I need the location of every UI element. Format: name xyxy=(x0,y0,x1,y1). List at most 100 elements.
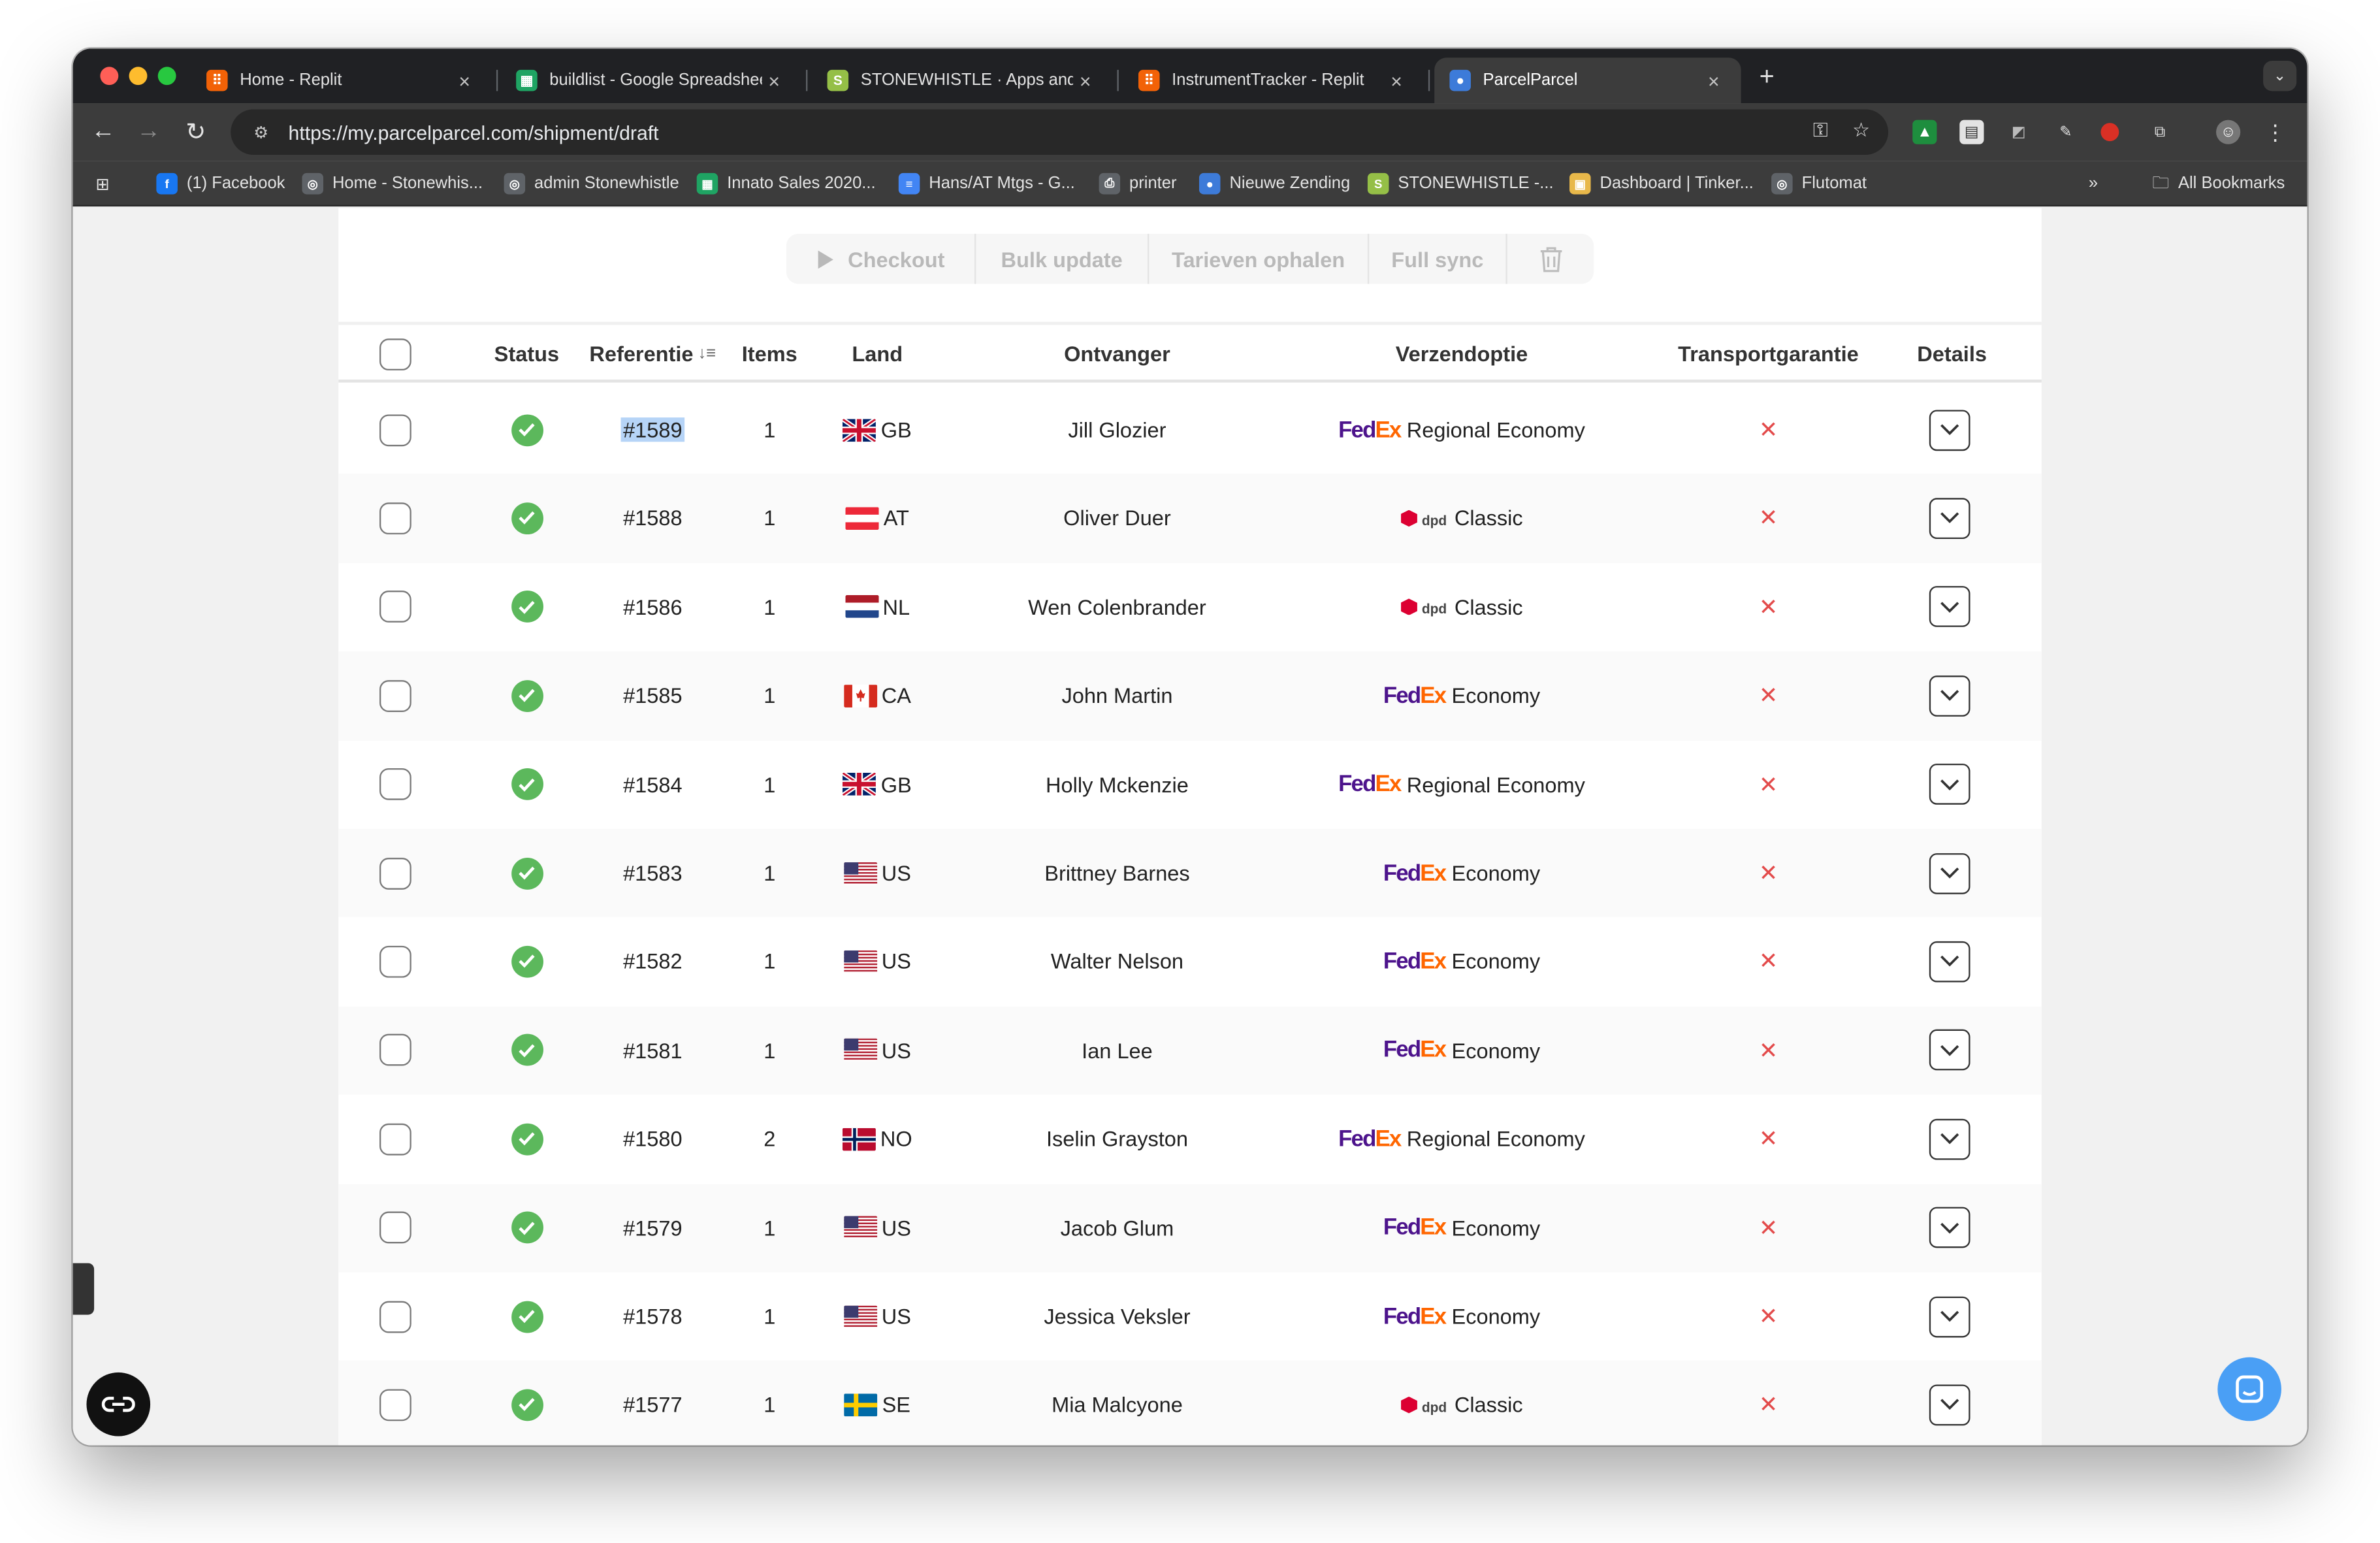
address-bar[interactable]: ⚙ https://my.parcelparcel.com/shipment/d… xyxy=(231,109,1889,155)
notes-extension-icon[interactable]: ▤ xyxy=(1959,120,1984,144)
shipping-option-cell[interactable]: FedEx Economy xyxy=(1295,829,1628,917)
tab-close-icon[interactable]: × xyxy=(762,69,786,92)
reference-cell[interactable]: #1582 xyxy=(581,918,724,1006)
row-checkbox[interactable] xyxy=(376,651,413,739)
reference-text[interactable]: #1580 xyxy=(620,1127,685,1151)
reference-cell[interactable]: #1584 xyxy=(581,740,724,828)
reference-cell[interactable]: #1581 xyxy=(581,1006,724,1094)
reference-cell[interactable]: #1586 xyxy=(581,563,724,651)
table-row[interactable]: #1583 1 US Brittney Barnes FedEx Economy ✕ xyxy=(338,828,2042,918)
header-details[interactable]: Details xyxy=(1899,325,2005,382)
table-row[interactable]: #1588 1 AT Oliver Duer dpd Classic ✕ xyxy=(338,474,2042,563)
details-expand-button[interactable] xyxy=(1926,918,1972,1006)
reference-text[interactable]: #1583 xyxy=(620,861,685,885)
header-items[interactable]: Items xyxy=(732,325,807,382)
reference-cell[interactable]: #1583 xyxy=(581,829,724,917)
bookmark-6[interactable]: ⎙ printer xyxy=(1099,170,1177,197)
drive-extension-icon[interactable]: ▲ xyxy=(1912,120,1937,144)
eyedropper-extension-icon[interactable]: ✎ xyxy=(2053,120,2078,144)
details-expand-button[interactable] xyxy=(1926,1184,1972,1272)
row-checkbox[interactable] xyxy=(376,1095,413,1183)
details-expand-button[interactable] xyxy=(1926,1095,1972,1183)
reference-text[interactable]: #1581 xyxy=(620,1038,685,1062)
details-expand-button[interactable] xyxy=(1926,563,1972,651)
details-expand-button[interactable] xyxy=(1926,1273,1972,1361)
reference-cell[interactable]: #1589 xyxy=(581,385,724,474)
zoom-window-button[interactable] xyxy=(157,67,176,86)
table-row[interactable]: #1582 1 US Walter Nelson FedEx Economy ✕ xyxy=(338,918,2042,1007)
reference-cell[interactable]: #1585 xyxy=(581,651,724,739)
bulk-update-button[interactable]: Bulk update xyxy=(976,233,1150,284)
shipping-option-cell[interactable]: FedEx Regional Economy xyxy=(1295,385,1628,474)
tarieven-ophalen-button[interactable]: Tarieven ophalen xyxy=(1149,233,1370,284)
details-expand-button[interactable] xyxy=(1926,740,1972,828)
side-drawer-tab[interactable] xyxy=(72,1263,95,1315)
row-checkbox[interactable] xyxy=(376,1184,413,1272)
details-expand-button[interactable] xyxy=(1926,385,1972,474)
shipping-option-cell[interactable]: FedEx Economy xyxy=(1295,918,1628,1006)
full-sync-button[interactable]: Full sync xyxy=(1369,233,1507,284)
table-row[interactable]: #1585 1 CA John Martin FedEx Economy ✕ xyxy=(338,651,2042,741)
forward-button[interactable]: → xyxy=(132,116,165,149)
reference-cell[interactable]: #1578 xyxy=(581,1273,724,1361)
close-window-button[interactable] xyxy=(100,67,119,86)
bookmark-10[interactable]: ◎ Flutomat xyxy=(1771,170,1867,197)
tab-search-button[interactable]: ⌄ xyxy=(2263,60,2297,91)
shipping-option-cell[interactable]: FedEx Economy xyxy=(1295,1273,1628,1361)
profile-avatar[interactable]: ☺ xyxy=(2216,120,2241,144)
table-row[interactable]: #1578 1 US Jessica Veksler FedEx Economy ✕ xyxy=(338,1273,2042,1361)
header-land[interactable]: Land xyxy=(832,325,923,382)
bookmark-1[interactable]: f (1) Facebook xyxy=(156,170,285,197)
minimize-window-button[interactable] xyxy=(129,67,148,86)
all-bookmarks-folder[interactable]: 🗀 All Bookmarks xyxy=(2152,170,2285,197)
reference-text[interactable]: #1578 xyxy=(620,1304,685,1328)
row-checkbox[interactable] xyxy=(376,918,413,1006)
tab-close-icon[interactable]: × xyxy=(1384,69,1408,92)
table-row[interactable]: #1589 1 GB Jill Glozier FedEx Regional Econom… xyxy=(338,385,2042,474)
select-all-checkbox[interactable] xyxy=(376,325,413,382)
bookmark-8[interactable]: S STONEWHISTLE -... xyxy=(1367,170,1554,197)
url-text[interactable]: https://my.parcelparcel.com/shipment/dra… xyxy=(289,121,659,144)
shipping-option-cell[interactable]: dpd Classic xyxy=(1295,563,1628,651)
checkout-button[interactable]: Checkout xyxy=(786,233,976,284)
chat-launcher-button[interactable] xyxy=(2217,1357,2281,1421)
details-expand-button[interactable] xyxy=(1926,1006,1972,1094)
bookmark-2[interactable]: ◎ Home - Stonewhis... xyxy=(302,170,483,197)
tab-5[interactable]: ● ParcelParcel × xyxy=(1434,57,1741,104)
table-row[interactable]: #1586 1 NL Wen Colenbrander dpd Classic ✕ xyxy=(338,563,2042,652)
reload-button[interactable]: ↻ xyxy=(179,116,212,149)
sort-descending-icon[interactable]: ↓≡ xyxy=(698,345,716,363)
row-checkbox[interactable] xyxy=(376,1361,413,1445)
shipping-option-cell[interactable]: dpd Classic xyxy=(1295,1361,1628,1445)
reference-text[interactable]: #1579 xyxy=(620,1216,685,1240)
details-expand-button[interactable] xyxy=(1926,474,1972,562)
table-row[interactable]: #1581 1 US Ian Lee FedEx Economy ✕ xyxy=(338,1006,2042,1096)
bookmark-star-icon[interactable]: ☆ xyxy=(1852,118,1870,142)
table-row[interactable]: #1584 1 GB Holly Mckenzie FedEx Regional Econ… xyxy=(338,740,2042,829)
row-checkbox[interactable] xyxy=(376,385,413,474)
reference-text[interactable]: #1586 xyxy=(620,595,685,619)
extensions-icon[interactable]: ⧉ xyxy=(2147,120,2172,144)
table-row[interactable]: #1580 2 NO Iselin Grayston FedEx Regional Eco… xyxy=(338,1095,2042,1184)
reference-cell[interactable]: #1588 xyxy=(581,474,724,562)
table-row[interactable]: #1577 1 SE Mia Malcyone dpd Classic ✕ xyxy=(338,1361,2042,1446)
tab-4[interactable]: ⠿ InstrumentTracker - Replit × xyxy=(1123,57,1424,103)
details-expand-button[interactable] xyxy=(1926,1361,1972,1445)
row-checkbox[interactable] xyxy=(376,563,413,651)
shipping-option-cell[interactable]: FedEx Economy xyxy=(1295,1184,1628,1272)
bookmark-3[interactable]: ◎ admin Stonewhistle xyxy=(504,170,679,197)
row-checkbox[interactable] xyxy=(376,1006,413,1094)
shipping-option-cell[interactable]: FedEx Economy xyxy=(1295,1006,1628,1094)
reference-text[interactable]: #1577 xyxy=(620,1393,685,1417)
site-info-icon[interactable]: ⚙ xyxy=(243,122,280,142)
tab-2[interactable]: ▦ buildlist - Google Spreadshee × xyxy=(501,57,801,103)
shipping-option-cell[interactable]: FedEx Regional Economy xyxy=(1295,1095,1628,1183)
header-ontvanger[interactable]: Ontvanger xyxy=(1023,325,1211,382)
tab-close-icon[interactable]: × xyxy=(1701,69,1726,92)
header-verzendoptie[interactable]: Verzendoptie xyxy=(1348,325,1576,382)
back-button[interactable]: ← xyxy=(86,116,120,149)
shipping-option-cell[interactable]: FedEx Economy xyxy=(1295,651,1628,739)
delete-button[interactable] xyxy=(1507,234,1594,284)
co-widget-button[interactable] xyxy=(86,1372,151,1437)
shipping-option-cell[interactable]: dpd Classic xyxy=(1295,474,1628,562)
